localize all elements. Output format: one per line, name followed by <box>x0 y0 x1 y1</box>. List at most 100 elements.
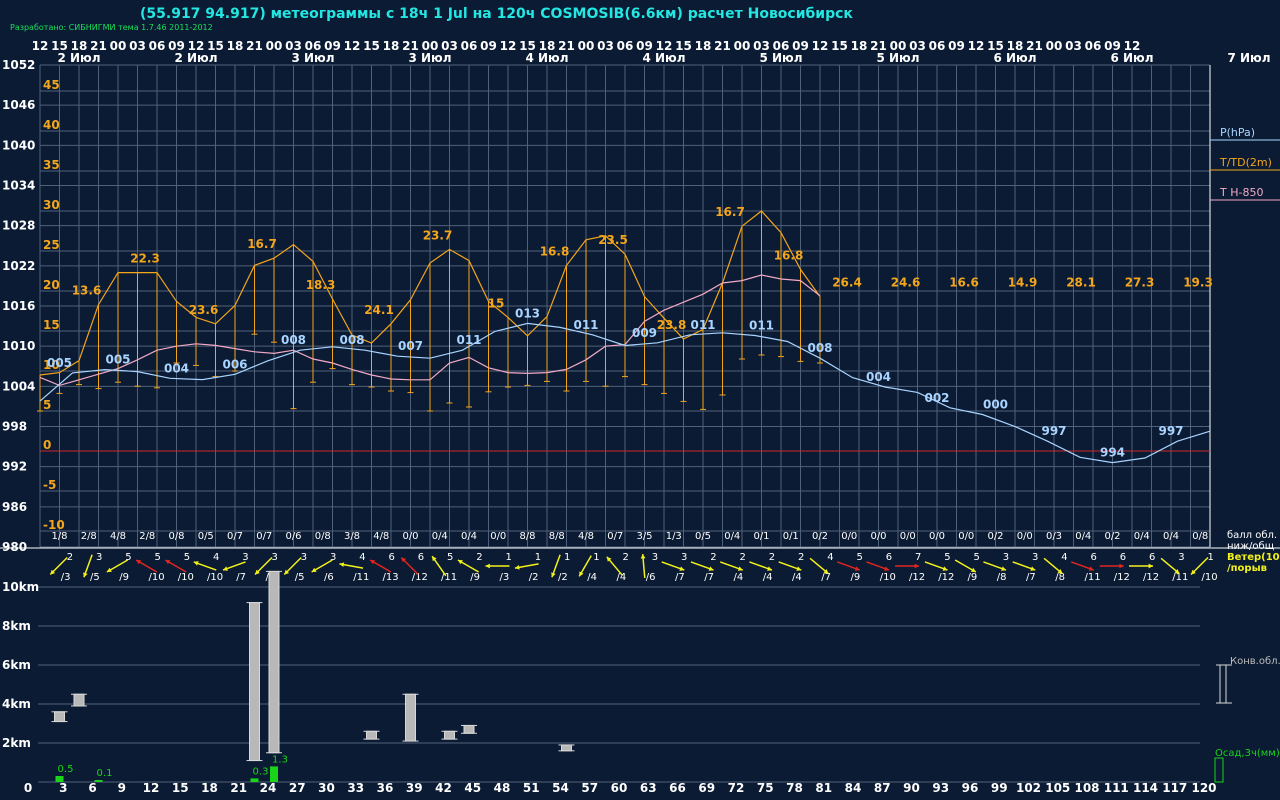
wind-speed-label: 6 <box>1091 552 1097 563</box>
cloud-cover-label: 0/1 <box>753 531 769 542</box>
wind-arrowhead-icon <box>1119 563 1124 569</box>
lead-hour-label: 57 <box>581 781 598 795</box>
cloud-bar-icon <box>463 724 475 734</box>
date-label: 2 Июл <box>57 51 100 65</box>
precip-label: 0.5 <box>58 764 74 775</box>
lead-hour-label: 9 <box>118 781 126 795</box>
date-label: 7 Июл <box>1227 51 1270 65</box>
wind-speed-label: 1 <box>535 552 541 563</box>
cloud-cover-label: 3/5 <box>636 531 652 542</box>
temp-tick: 15 <box>43 318 60 332</box>
pressure-value-label: 005 <box>105 353 130 367</box>
temperature-value-label: 27.3 <box>1125 276 1155 290</box>
wind-gust-label: /11 <box>353 572 369 583</box>
hour-label: 06 <box>461 39 478 53</box>
cloud-bar-icon <box>561 744 572 752</box>
height-tick: 6km <box>2 658 31 672</box>
wind-speed-label: 3 <box>301 552 307 563</box>
lead-hour-label: 54 <box>552 781 569 795</box>
wind-speed-label: 4 <box>827 552 833 563</box>
lead-hour-label: 96 <box>962 781 979 795</box>
wind-gust-label: /10 <box>207 572 223 583</box>
date-label: 3 Июл <box>291 51 334 65</box>
wind-gust-label: /5 <box>90 572 100 583</box>
cloud-cover-label: 8/8 <box>549 531 565 542</box>
cloud-bar-icon <box>405 693 416 742</box>
hour-label: 15 <box>363 39 380 53</box>
temperature-value-label: 18.3 <box>306 278 336 292</box>
wind-legend-label: /порыв <box>1227 563 1267 574</box>
wind-gust-label: /13 <box>383 572 399 583</box>
temperature-value-label: 15 <box>488 296 505 310</box>
cloud-bar-icon <box>73 693 85 707</box>
pressure-tick: 1004 <box>2 379 35 393</box>
hour-label: 00 <box>734 39 751 53</box>
height-tick: 10km <box>2 580 39 594</box>
cloud-cover-label: 3/8 <box>344 531 360 542</box>
wind-gust-label: /8 <box>1055 572 1065 583</box>
pressure-value-label: 994 <box>1100 446 1125 460</box>
hour-label: 18 <box>695 39 712 53</box>
lead-hour-label: 114 <box>1133 781 1158 795</box>
temperature-value-label: 16.6 <box>949 276 979 290</box>
date-label: 4 Июл <box>642 51 685 65</box>
lead-hour-label: 30 <box>318 781 335 795</box>
temp-tick: 5 <box>43 398 51 412</box>
temperature-value-label: 14.9 <box>1008 276 1038 290</box>
precip-label: 0.3 <box>253 766 269 777</box>
date-label: 3 Июл <box>408 51 451 65</box>
wind-speed-label: 2 <box>476 552 482 563</box>
pressure-value-label: 002 <box>924 391 949 405</box>
pressure-tick: 1016 <box>2 299 35 313</box>
wind-speed-label: 3 <box>652 552 658 563</box>
hour-label: 06 <box>1085 39 1102 53</box>
cloud-cover-label: 0/0 <box>1017 531 1033 542</box>
wind-gust-label: /12 <box>412 572 428 583</box>
pressure-value-label: 008 <box>339 333 364 347</box>
cloud-cover-label: 0/7 <box>607 531 623 542</box>
cloud-cover-label: 0/4 <box>724 531 740 542</box>
lead-hour-label: 102 <box>1016 781 1041 795</box>
hour-label: 00 <box>110 39 127 53</box>
date-label: 6 Июл <box>1110 51 1153 65</box>
cloud-cover-label: 0/0 <box>900 531 916 542</box>
pressure-value-label: 013 <box>515 306 540 320</box>
wind-arrowhead-icon <box>1148 563 1153 569</box>
hour-label: 00 <box>1046 39 1063 53</box>
pressure-tick: 1022 <box>2 259 35 273</box>
cloud-cover-label: 0/1 <box>783 531 799 542</box>
cloud-cover-label: 0/0 <box>490 531 506 542</box>
wind-gust-label: /10 <box>149 572 165 583</box>
hour-label: 03 <box>1065 39 1082 53</box>
temp-tick: 0 <box>43 438 51 452</box>
lead-hour-label: 120 <box>1191 781 1216 795</box>
lead-hour-label: 75 <box>757 781 774 795</box>
cloud-cover-label: 0/6 <box>285 531 301 542</box>
lead-hour-label: 117 <box>1162 781 1187 795</box>
wind-speed-label: 3 <box>681 552 687 563</box>
wind-speed-label: 3 <box>272 552 278 563</box>
pressure-tick: 992 <box>2 460 27 474</box>
legend-label: P(hPa) <box>1220 126 1255 139</box>
wind-legend-label: Ветер(10м) <box>1227 552 1280 563</box>
cloud-cover-label: 0/4 <box>1134 531 1150 542</box>
hour-label: 15 <box>831 39 848 53</box>
wind-gust-label: /3 <box>61 572 71 583</box>
wind-gust-label: /11 <box>441 572 457 583</box>
cloud-cover-label: 0/7 <box>227 531 243 542</box>
wind-speed-label: 2 <box>67 552 73 563</box>
lead-hour-label: 51 <box>523 781 540 795</box>
wind-gust-label: /10 <box>880 572 896 583</box>
cloud-cover-label: 4/8 <box>110 531 126 542</box>
wind-speed-label: 2 <box>623 552 629 563</box>
pressure-tick: 998 <box>2 420 27 434</box>
pressure-tick: 1010 <box>2 339 35 353</box>
hour-label: 12 <box>500 39 517 53</box>
wind-speed-label: 2 <box>710 552 716 563</box>
date-label: 6 Июл <box>993 51 1036 65</box>
lead-hour-label: 81 <box>815 781 832 795</box>
wind-speed-label: 1 <box>506 552 512 563</box>
pressure-tick: 1046 <box>2 98 35 112</box>
lead-hour-label: 48 <box>494 781 511 795</box>
pressure-tick: 980 <box>2 540 27 554</box>
